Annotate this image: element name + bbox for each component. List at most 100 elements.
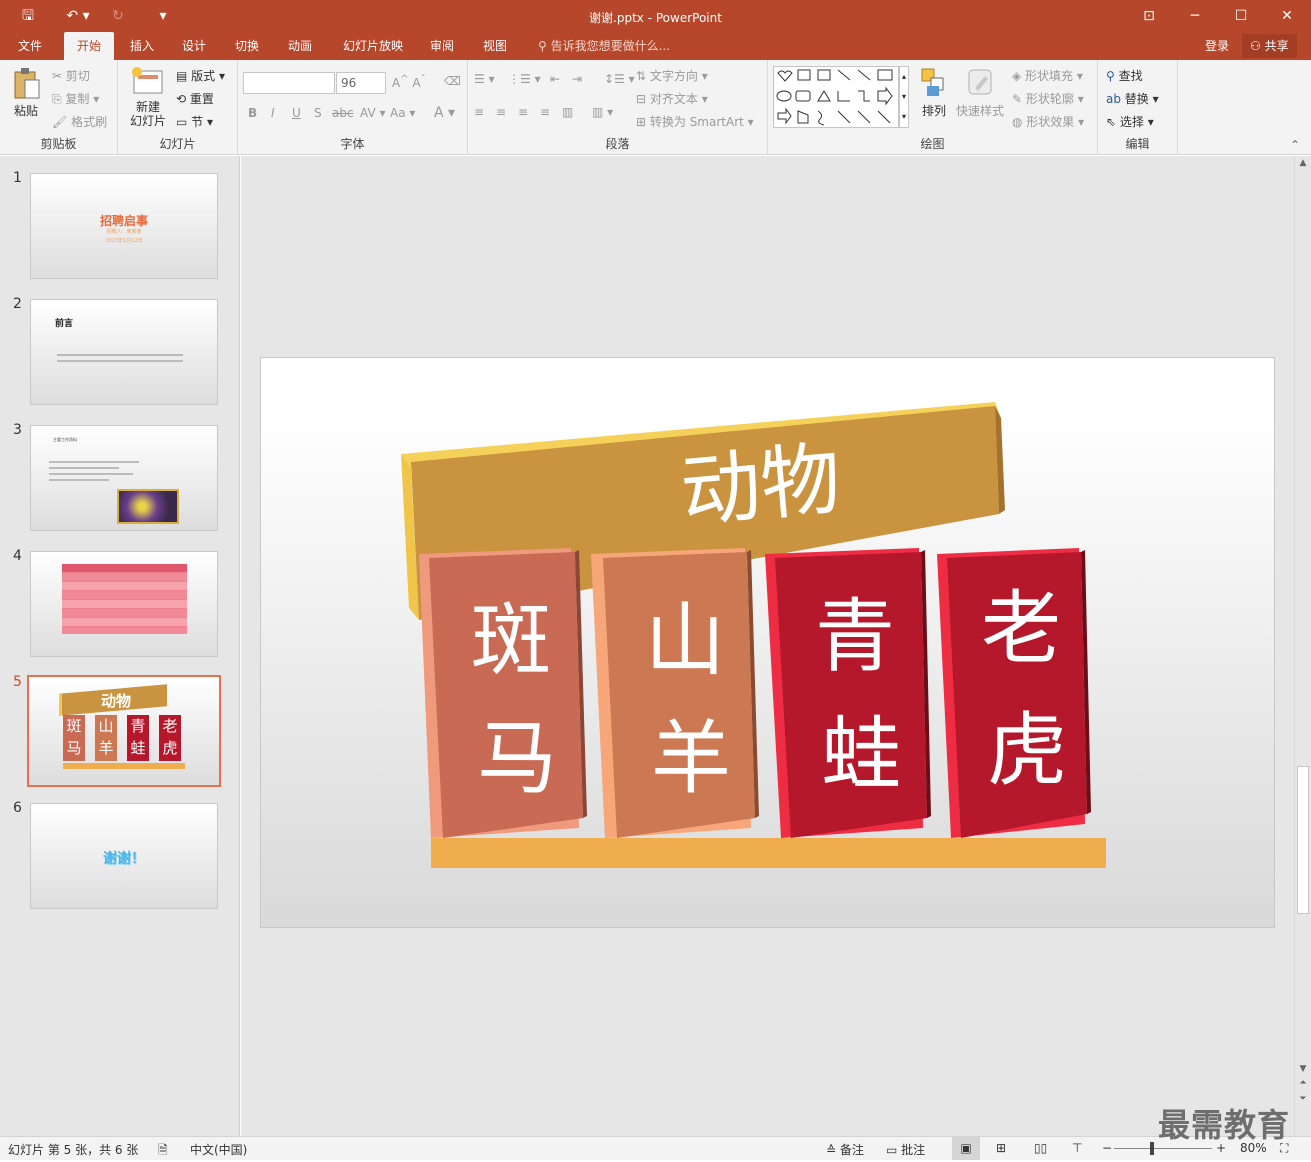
numbering-icon[interactable]: ⋮☰ ▾ — [508, 72, 541, 86]
ribbon-display-options-button[interactable]: ⊡ — [1134, 4, 1164, 28]
paragraph-group: ☰ ▾ ⋮☰ ▾ ⇤ ⇥ ↕☰ ▾ ≡ ≡ ≡ ≡ ▥ ▥ ▾ ⇅ 文字方向 ▾… — [468, 60, 768, 155]
notes-button[interactable]: ≙ 备注 — [826, 1141, 864, 1158]
tab-review[interactable]: 审阅 — [420, 32, 464, 60]
zoom-slider-thumb[interactable] — [1150, 1142, 1154, 1155]
tab-design[interactable]: 设计 — [172, 32, 216, 60]
smartart-icon: ⊞ — [636, 115, 650, 129]
tell-me-search[interactable]: ⚲ 告诉我您想要做什么... — [538, 32, 670, 60]
arrange-button[interactable]: 排列 — [916, 66, 952, 119]
replace-button[interactable]: ab 替换 ▾ — [1106, 90, 1159, 107]
collapse-ribbon-icon[interactable]: ⌃ — [1290, 138, 1300, 152]
section-button[interactable]: ▭ 节 ▾ — [176, 113, 213, 130]
grow-font-icon[interactable]: A^ Aˇ — [392, 74, 426, 90]
tab-animations[interactable]: 动画 — [278, 32, 322, 60]
tab-slideshow[interactable]: 幻灯片放映 — [334, 32, 412, 60]
current-slide[interactable]: 动物 斑 马 山 羊 青 蛙 老 虎 — [260, 357, 1275, 928]
card-goat-line1: 山 — [645, 594, 725, 687]
slide-sorter-icon[interactable]: ⊞ — [996, 1141, 1006, 1155]
clear-format-icon[interactable]: ⌫ — [444, 74, 461, 88]
shape-effects-button[interactable]: ◍ 形状效果 ▾ — [1012, 113, 1084, 130]
char-spacing-icon[interactable]: AV ▾ — [360, 106, 386, 120]
spell-check-icon[interactable]: 🗎 — [158, 1141, 168, 1162]
text-direction-button[interactable]: ⇅ 文字方向 ▾ — [636, 67, 708, 84]
reading-view-icon[interactable]: ▯▯ — [1034, 1141, 1047, 1155]
align-right-icon[interactable]: ≡ — [518, 105, 528, 119]
cut-button[interactable]: ✂ 剪切 — [52, 67, 90, 84]
select-button[interactable]: ⇖ 选择 ▾ — [1106, 113, 1154, 130]
shadow-icon[interactable]: S — [314, 106, 322, 120]
zoom-slider-track[interactable] — [1114, 1148, 1212, 1149]
thumb5-card-zebra: 斑马 — [63, 715, 85, 761]
reset-button[interactable]: ⟲ 重置 — [176, 90, 214, 107]
tab-transitions[interactable]: 切换 — [225, 32, 269, 60]
scroll-up-icon[interactable]: ▲ — [1295, 158, 1311, 168]
close-button[interactable]: ✕ — [1272, 4, 1302, 28]
bold-icon[interactable]: B — [248, 106, 257, 120]
clipboard-group: 粘贴 ✂ 剪切 ⎘ 复制 ▾ 🖌 格式刷 剪贴板 — [0, 60, 118, 155]
paste-icon — [14, 68, 40, 99]
layout-button[interactable]: ▤ 版式 ▾ — [176, 67, 225, 84]
italic-icon[interactable]: I — [271, 106, 275, 120]
slide-thumbnail-5[interactable]: 动物 斑马 山羊 青蛙 老虎 — [27, 675, 221, 787]
slide-thumbnail-4[interactable] — [30, 551, 218, 657]
slideshow-icon[interactable]: ⊤ — [1072, 1141, 1082, 1155]
slide-number-3: 3 — [13, 422, 22, 438]
increase-indent-icon[interactable]: ⇥ — [572, 72, 582, 86]
tab-view[interactable]: 视图 — [473, 32, 517, 60]
font-name-input[interactable] — [243, 72, 335, 94]
tab-home[interactable]: 开始 — [64, 32, 114, 60]
next-slide-icon[interactable]: ⏷ — [1295, 1094, 1311, 1104]
align-text-button[interactable]: ⊟ 对齐文本 ▾ — [636, 90, 708, 107]
layout-label: 版式 — [191, 69, 216, 83]
editing-group: ⚲ 查找 ab 替换 ▾ ⇖ 选择 ▾ 编辑 — [1098, 60, 1178, 155]
shape-fill-button[interactable]: ◈ 形状填充 ▾ — [1012, 67, 1083, 84]
slide-number-5: 5 — [13, 674, 22, 690]
underline-icon[interactable]: U — [292, 106, 301, 120]
new-slide-icon — [132, 67, 163, 94]
share-button[interactable]: ⚇ 共享 — [1242, 34, 1297, 58]
columns-icon[interactable]: ▥ ▾ — [592, 105, 613, 119]
shapes-scroll[interactable]: ▴ ▾ ▾ — [899, 66, 909, 128]
change-case-icon[interactable]: Aa ▾ — [390, 106, 415, 120]
decrease-indent-icon[interactable]: ⇤ — [550, 72, 560, 86]
effects-icon: ◍ — [1012, 115, 1027, 129]
bullets-icon[interactable]: ☰ ▾ — [474, 72, 495, 86]
normal-view-icon[interactable]: ▣ — [952, 1137, 980, 1160]
scroll-down-icon[interactable]: ▼ — [1295, 1064, 1311, 1074]
tab-file[interactable]: 文件 — [8, 32, 52, 60]
line-spacing-icon[interactable]: ↕☰ ▾ — [604, 72, 635, 86]
scroll-thumb[interactable] — [1297, 766, 1309, 914]
language-indicator[interactable]: 中文(中国) — [190, 1141, 247, 1158]
align-center-icon[interactable]: ≡ — [496, 105, 506, 119]
comments-button[interactable]: ▭ 批注 — [886, 1141, 925, 1158]
find-button[interactable]: ⚲ 查找 — [1106, 67, 1143, 84]
new-slide-button[interactable]: 新建 幻灯片 — [122, 66, 174, 128]
format-painter-button[interactable]: 🖌 格式刷 — [52, 113, 107, 130]
convert-smartart-button[interactable]: ⊞ 转换为 SmartArt ▾ — [636, 113, 754, 130]
align-left-icon[interactable]: ≡ — [474, 105, 484, 119]
vertical-scrollbar[interactable]: ▲ ▼ ⏶ ⏷ — [1294, 156, 1311, 1136]
shape-outline-button[interactable]: ✎ 形状轮廓 ▾ — [1012, 90, 1084, 107]
slide-thumbnail-2[interactable]: 前言 — [30, 299, 218, 405]
zoom-out-button[interactable]: − — [1102, 1141, 1112, 1155]
thumb3-text-line — [49, 461, 139, 463]
strikethrough-icon[interactable]: abc — [332, 106, 354, 120]
minimize-button[interactable]: ─ — [1180, 4, 1210, 28]
sign-in-link[interactable]: 登录 — [1205, 32, 1229, 60]
slide-thumbnail-3[interactable]: 主要工作资料 — [30, 425, 218, 531]
previous-slide-icon[interactable]: ⏶ — [1295, 1078, 1311, 1088]
quick-styles-button[interactable]: 快速样式 — [954, 66, 1006, 119]
distribute-icon[interactable]: ▥ — [562, 105, 573, 119]
slide-thumbnail-6[interactable]: 谢谢！ — [30, 803, 218, 909]
paste-button[interactable]: 粘贴 — [8, 66, 44, 119]
maximize-button[interactable]: ☐ — [1226, 4, 1256, 28]
font-color-icon[interactable]: A ▾ — [434, 105, 455, 121]
tab-insert[interactable]: 插入 — [120, 32, 164, 60]
font-size-input[interactable]: 96 — [336, 72, 386, 94]
cut-label: 剪切 — [65, 69, 90, 83]
slide-thumbnail-1[interactable]: 招聘启事 招聘人：某某某 2023年1月12日 — [30, 173, 218, 279]
copy-button[interactable]: ⎘ 复制 ▾ — [52, 90, 99, 107]
status-bar: 幻灯片 第 5 张，共 6 张 🗎 中文(中国) ≙ 备注 ▭ 批注 ▣ ⊞ ▯… — [0, 1136, 1311, 1160]
shapes-gallery[interactable] — [773, 66, 899, 128]
justify-icon[interactable]: ≡ — [540, 105, 550, 119]
